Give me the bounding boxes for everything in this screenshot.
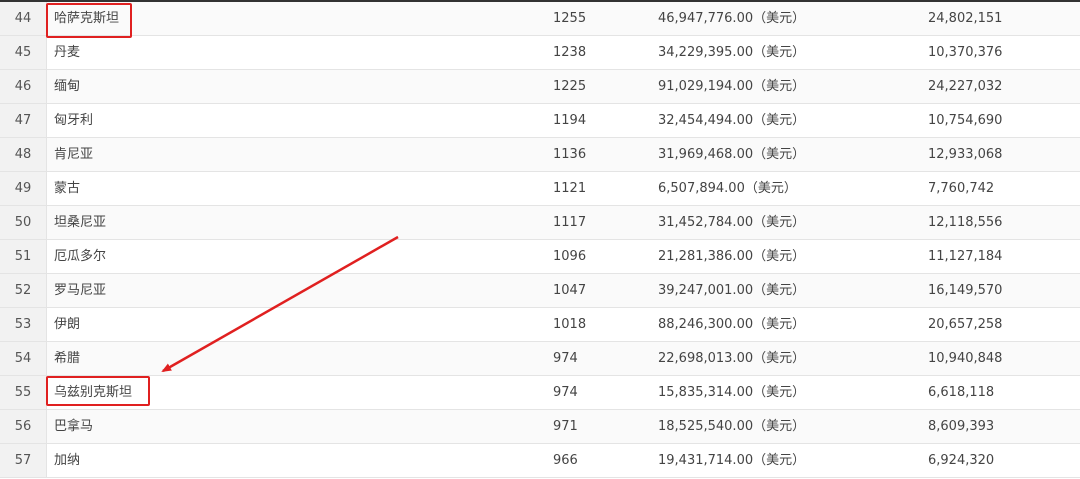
- table-row[interactable]: 54 希腊 974 22,698,013.00（美元） 10,940,848: [0, 342, 1080, 376]
- gdp-cell: 31,969,468.00（美元）: [658, 147, 806, 162]
- rank-cell: 54: [0, 342, 47, 375]
- value-cell: 1018: [553, 317, 587, 332]
- value-cell: 1255: [553, 11, 587, 26]
- gdp-cell: 46,947,776.00（美元）: [658, 11, 806, 26]
- population-cell: 10,370,376: [928, 45, 1003, 60]
- gdp-cell: 32,454,494.00（美元）: [658, 113, 806, 128]
- value-cell: 971: [553, 419, 578, 434]
- value-cell: 1238: [553, 45, 587, 60]
- table-row[interactable]: 57 加纳 966 19,431,714.00（美元） 6,924,320: [0, 444, 1080, 478]
- country-cell: 厄瓜多尔: [54, 249, 107, 264]
- gdp-cell: 39,247,001.00（美元）: [658, 283, 806, 298]
- table-row[interactable]: 51 厄瓜多尔 1096 21,281,386.00（美元） 11,127,18…: [0, 240, 1080, 274]
- value-cell: 966: [553, 453, 578, 468]
- population-cell: 10,754,690: [928, 113, 1003, 128]
- table-row[interactable]: 47 匈牙利 1194 32,454,494.00（美元） 10,754,690: [0, 104, 1080, 138]
- rank-cell: 46: [0, 70, 47, 103]
- value-cell: 1194: [553, 113, 587, 128]
- population-cell: 24,802,151: [928, 11, 1003, 26]
- rank-cell: 57: [0, 444, 47, 477]
- population-cell: 7,760,742: [928, 181, 995, 196]
- rank-cell: 49: [0, 172, 47, 205]
- country-cell: 肯尼亚: [54, 147, 94, 162]
- gdp-cell: 21,281,386.00（美元）: [658, 249, 806, 264]
- gdp-cell: 91,029,194.00（美元）: [658, 79, 806, 94]
- country-cell: 希腊: [54, 351, 81, 366]
- country-cell: 坦桑尼亚: [54, 215, 107, 230]
- table-row[interactable]: 56 巴拿马 971 18,525,540.00（美元） 8,609,393: [0, 410, 1080, 444]
- population-cell: 12,933,068: [928, 147, 1003, 162]
- rank-cell: 45: [0, 36, 47, 69]
- population-cell: 20,657,258: [928, 317, 1003, 332]
- country-cell: 哈萨克斯坦: [54, 11, 120, 26]
- table-row[interactable]: 48 肯尼亚 1136 31,969,468.00（美元） 12,933,068: [0, 138, 1080, 172]
- gdp-cell: 31,452,784.00（美元）: [658, 215, 806, 230]
- population-cell: 6,924,320: [928, 453, 995, 468]
- rank-cell: 51: [0, 240, 47, 273]
- population-cell: 24,227,032: [928, 79, 1003, 94]
- population-cell: 11,127,184: [928, 249, 1003, 264]
- value-cell: 1121: [553, 181, 587, 196]
- population-cell: 6,618,118: [928, 385, 995, 400]
- value-cell: 1225: [553, 79, 587, 94]
- rank-cell: 52: [0, 274, 47, 307]
- rank-cell: 55: [0, 376, 47, 409]
- gdp-cell: 34,229,395.00（美元）: [658, 45, 806, 60]
- country-cell: 丹麦: [54, 45, 81, 60]
- country-cell: 缅甸: [54, 79, 81, 94]
- population-cell: 16,149,570: [928, 283, 1003, 298]
- country-cell: 乌兹别克斯坦: [54, 385, 133, 400]
- table-row[interactable]: 52 罗马尼亚 1047 39,247,001.00（美元） 16,149,57…: [0, 274, 1080, 308]
- population-cell: 12,118,556: [928, 215, 1003, 230]
- rank-cell: 53: [0, 308, 47, 341]
- table-row[interactable]: 45 丹麦 1238 34,229,395.00（美元） 10,370,376: [0, 36, 1080, 70]
- value-cell: 974: [553, 351, 578, 366]
- value-cell: 1096: [553, 249, 587, 264]
- rank-cell: 56: [0, 410, 47, 443]
- country-cell: 罗马尼亚: [54, 283, 107, 298]
- rank-cell: 48: [0, 138, 47, 171]
- table-row[interactable]: 49 蒙古 1121 6,507,894.00（美元） 7,760,742: [0, 172, 1080, 206]
- gdp-cell: 22,698,013.00（美元）: [658, 351, 806, 366]
- gdp-cell: 18,525,540.00（美元）: [658, 419, 806, 434]
- population-cell: 10,940,848: [928, 351, 1003, 366]
- population-cell: 8,609,393: [928, 419, 995, 434]
- country-cell: 蒙古: [54, 181, 81, 196]
- ranking-table: 44 哈萨克斯坦 1255 46,947,776.00（美元） 24,802,1…: [0, 2, 1080, 478]
- country-cell: 伊朗: [54, 317, 81, 332]
- gdp-cell: 19,431,714.00（美元）: [658, 453, 806, 468]
- gdp-cell: 6,507,894.00（美元）: [658, 181, 797, 196]
- rank-cell: 50: [0, 206, 47, 239]
- table-row[interactable]: 46 缅甸 1225 91,029,194.00（美元） 24,227,032: [0, 70, 1080, 104]
- gdp-cell: 15,835,314.00（美元）: [658, 385, 806, 400]
- value-cell: 974: [553, 385, 578, 400]
- country-cell: 匈牙利: [54, 113, 94, 128]
- gdp-cell: 88,246,300.00（美元）: [658, 317, 806, 332]
- value-cell: 1136: [553, 147, 587, 162]
- table-row[interactable]: 53 伊朗 1018 88,246,300.00（美元） 20,657,258: [0, 308, 1080, 342]
- table-row[interactable]: 50 坦桑尼亚 1117 31,452,784.00（美元） 12,118,55…: [0, 206, 1080, 240]
- country-cell: 加纳: [54, 453, 81, 468]
- table-row[interactable]: 55 乌兹别克斯坦 974 15,835,314.00（美元） 6,618,11…: [0, 376, 1080, 410]
- value-cell: 1117: [553, 215, 587, 230]
- table-row[interactable]: 44 哈萨克斯坦 1255 46,947,776.00（美元） 24,802,1…: [0, 2, 1080, 36]
- rank-cell: 44: [0, 2, 47, 35]
- rank-cell: 47: [0, 104, 47, 137]
- value-cell: 1047: [553, 283, 587, 298]
- country-cell: 巴拿马: [54, 419, 94, 434]
